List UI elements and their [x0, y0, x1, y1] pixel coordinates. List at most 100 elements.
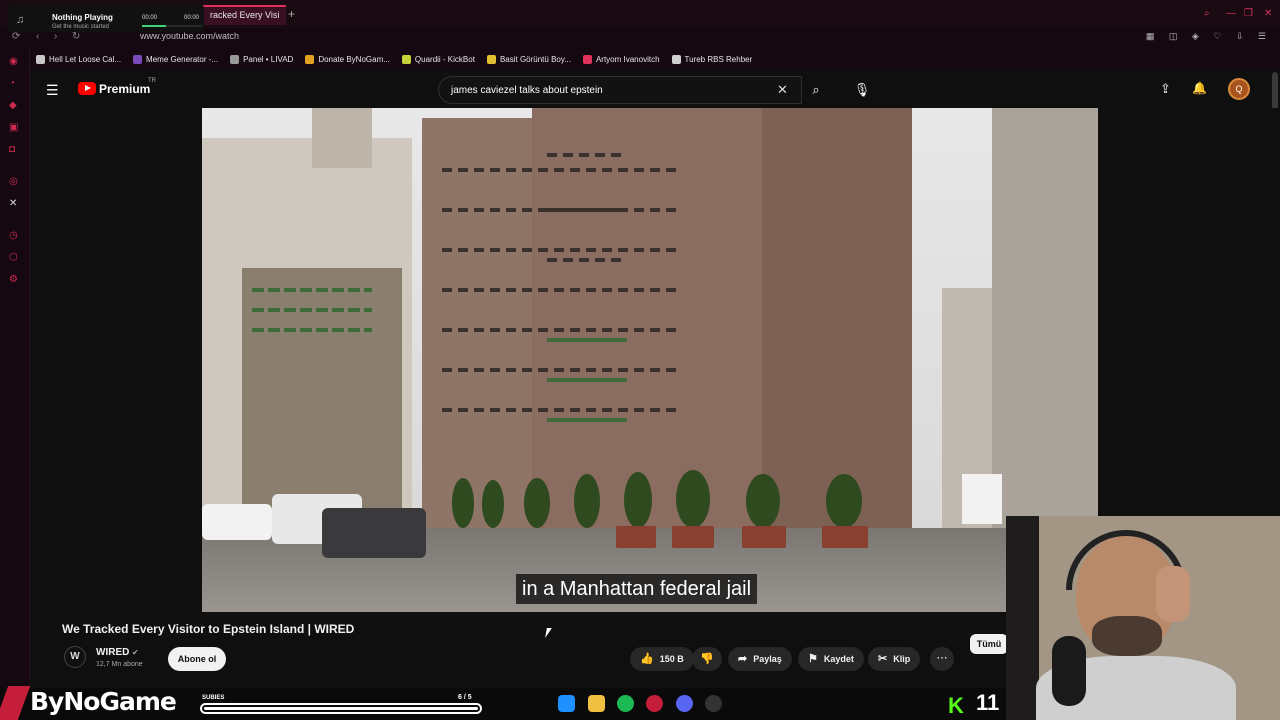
video-building-green [242, 268, 402, 518]
microphone-icon[interactable]: 🎙 [848, 76, 876, 104]
sync-icon[interactable]: ⟳ [12, 31, 20, 42]
share-arrow-icon: ➦ [738, 653, 748, 665]
webcam-overlay [1006, 516, 1280, 720]
youtube-header: ☰ Premium TR james caviezel talks about … [30, 72, 1280, 108]
search-icon[interactable]: ⌕ [1204, 8, 1210, 19]
subgoal-progress-fill [204, 707, 478, 710]
music-time-start: 00:00 [142, 15, 158, 21]
channel-subscribers: 12,7 Mn abone [96, 661, 143, 668]
like-count: 150 B [659, 654, 684, 664]
music-player-widget[interactable]: ♫ Nothing Playing Get the music started … [8, 4, 204, 32]
restore-icon[interactable]: ❐ [1244, 8, 1253, 19]
bookmark-item[interactable]: Panel • LIVAD [230, 54, 293, 64]
video-jail-tower [762, 108, 912, 528]
file-explorer-icon[interactable] [588, 695, 605, 712]
subscribe-button[interactable]: Abone ol [168, 647, 226, 671]
bookmarks-bar: Hell Let Loose Cal... Meme Generator -...… [30, 48, 1280, 70]
menu-icon[interactable]: ☰ [46, 82, 59, 99]
sidebar-extensions-icon[interactable]: ⬡ [9, 252, 18, 263]
like-button[interactable]: 👍 150 B [630, 647, 694, 671]
bookmark-item[interactable]: Artyom Ivanovitch [582, 54, 660, 64]
url-field[interactable]: www.youtube.com/watch [140, 31, 239, 41]
account-avatar[interactable]: Q [1228, 78, 1250, 100]
video-player[interactable]: in a Manhattan federal jail [202, 108, 1098, 612]
bookmark-favicon-icon [133, 54, 143, 64]
music-progress-bar[interactable] [142, 25, 202, 27]
webcam-person-hand [1156, 566, 1190, 622]
music-subtitle: Get the music started [52, 24, 110, 30]
share-label: Paylaş [753, 654, 782, 664]
bookmark-item[interactable]: Tureb RBS Rehber [671, 54, 753, 64]
dislike-button[interactable]: 👎 [692, 647, 722, 671]
bookmark-favicon-icon [582, 54, 592, 64]
reload-icon[interactable]: ↻ [72, 31, 80, 42]
close-icon[interactable]: ✕ [1264, 8, 1272, 19]
bookmark-label: Artyom Ivanovitch [595, 54, 660, 64]
bookmark-label: Tureb RBS Rehber [684, 54, 753, 64]
sidebar-gx-icon[interactable]: ◆ [9, 100, 17, 111]
steelseries-icon[interactable] [705, 695, 722, 712]
notifications-bell-icon[interactable]: 🔔 [1192, 81, 1207, 95]
minimize-icon[interactable]: — [1226, 8, 1236, 19]
forward-icon[interactable]: › [54, 31, 57, 42]
browser-tab-active[interactable]: racked Every Visi [200, 5, 286, 25]
share-button[interactable]: ➦ Paylaş [728, 647, 792, 671]
sidebar-speed-icon[interactable]: ◔ [9, 78, 15, 89]
sidebar-home-icon[interactable]: ◉ [9, 56, 18, 67]
thumbs-down-icon: 👎 [700, 653, 714, 665]
sidebar-settings-icon[interactable]: ⚙ [9, 274, 18, 285]
search-input[interactable]: james caviezel talks about epstein ✕ [438, 76, 802, 104]
video-title: We Tracked Every Visitor to Epstein Isla… [62, 622, 355, 636]
bookmark-label: Hell Let Loose Cal... [49, 54, 122, 64]
bookmark-label: Donate ByNoGam... [318, 54, 390, 64]
clip-button[interactable]: ✂ Klip [868, 647, 921, 671]
bookmark-item[interactable]: Meme Generator -... [133, 54, 219, 64]
sidebar-instagram-icon[interactable]: ◎ [9, 176, 18, 187]
clip-label: Klip [893, 654, 911, 664]
sidebar-history-icon[interactable]: ◷ [9, 230, 18, 241]
address-bar-actions[interactable]: ▦ ◫ ◈ ♡ ⇩ ☰ [1146, 31, 1272, 42]
bookmark-label: Meme Generator -... [146, 54, 219, 64]
bookmark-favicon-icon [305, 54, 315, 64]
more-actions-icon[interactable]: ⋯ [930, 647, 954, 671]
bookmark-favicon-icon [401, 54, 411, 64]
video-caption: in a Manhattan federal jail [516, 574, 758, 604]
thumbs-up-icon: 👍 [640, 653, 654, 665]
windows-start-icon[interactable] [558, 695, 575, 712]
save-button[interactable]: ⚑ Kaydet [798, 647, 864, 671]
music-note-icon: ♫ [16, 14, 25, 26]
upload-icon[interactable]: ⇪ [1160, 81, 1171, 97]
back-icon[interactable]: ‹ [36, 31, 39, 42]
bookmark-favicon-icon [486, 54, 496, 64]
sidebar-x-icon[interactable]: ✕ [9, 198, 17, 209]
sidebar-twitch-icon[interactable]: ▣ [9, 122, 18, 133]
region-code: TR [148, 78, 156, 84]
kick-logo-icon: K [948, 693, 964, 718]
bookmark-favicon-icon [36, 54, 45, 64]
channel-avatar[interactable]: W [64, 646, 86, 668]
scissors-icon: ✂ [878, 653, 888, 665]
spotify-icon[interactable] [617, 695, 634, 712]
opera-gx-icon[interactable] [646, 695, 663, 712]
subgoal-label: SUBIES [202, 695, 225, 701]
sidebar-messenger-icon[interactable]: ◘ [9, 144, 15, 155]
bookmark-item[interactable]: Hell Let Loose Cal... [36, 54, 122, 64]
new-tab-icon[interactable]: + [288, 7, 295, 21]
youtube-logo-icon[interactable] [78, 82, 96, 95]
clear-search-icon[interactable]: ✕ [777, 82, 788, 98]
screen: { "browser": { "active_tab_title": "rack… [0, 0, 1280, 720]
bookmark-icon: ⚑ [808, 653, 818, 665]
subgoal-count: 6 / 5 [458, 694, 472, 701]
bookmark-favicon-icon [671, 54, 681, 64]
bookmark-item[interactable]: Quardii - KickBot [401, 54, 475, 64]
channel-name[interactable]: WIRED [96, 647, 129, 658]
verified-check-icon: ✔ [132, 648, 139, 657]
search-icon[interactable]: ⌕ [802, 76, 830, 104]
filter-chip-all[interactable]: Tümü [970, 634, 1008, 654]
bookmark-item[interactable]: Donate ByNoGam... [305, 54, 390, 64]
video-building-far-right [992, 108, 1098, 528]
microphone-icon [1052, 636, 1086, 706]
youtube-brand[interactable]: Premium [99, 82, 150, 96]
bookmark-item[interactable]: Basit Görüntü Boy... [486, 54, 571, 64]
discord-icon[interactable] [676, 695, 693, 712]
